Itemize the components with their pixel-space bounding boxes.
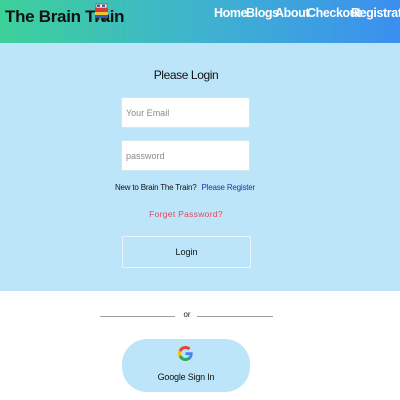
login-button[interactable]: Login [122, 236, 251, 268]
login-title: Please Login [153, 68, 219, 82]
or-divider: or [0, 310, 400, 322]
train-icon[interactable] [94, 3, 109, 21]
nav-blogs[interactable]: Blogs [246, 6, 279, 20]
nav-registration[interactable]: Registration [351, 6, 400, 20]
or-label: or [183, 310, 191, 319]
new-user-text: New to Brain The Train? [114, 183, 197, 192]
nav-home[interactable]: Home [214, 6, 248, 20]
forget-password-link[interactable]: Forget Password? [0, 209, 372, 219]
google-signin-label: Google Sign In [157, 372, 215, 382]
divider-line-left [100, 316, 175, 317]
google-signin-button[interactable]: Google Sign In [122, 339, 250, 392]
email-field[interactable] [121, 97, 250, 128]
google-icon [178, 346, 193, 361]
register-link[interactable]: Please Register [202, 183, 256, 192]
register-prompt: New to Brain The Train? Please Register [0, 183, 370, 192]
top-navbar: The Brain Train Home Blogs About Checkou… [0, 0, 400, 43]
password-field[interactable] [121, 140, 250, 171]
divider-line-right [197, 316, 273, 317]
nav-about[interactable]: About [275, 6, 310, 20]
